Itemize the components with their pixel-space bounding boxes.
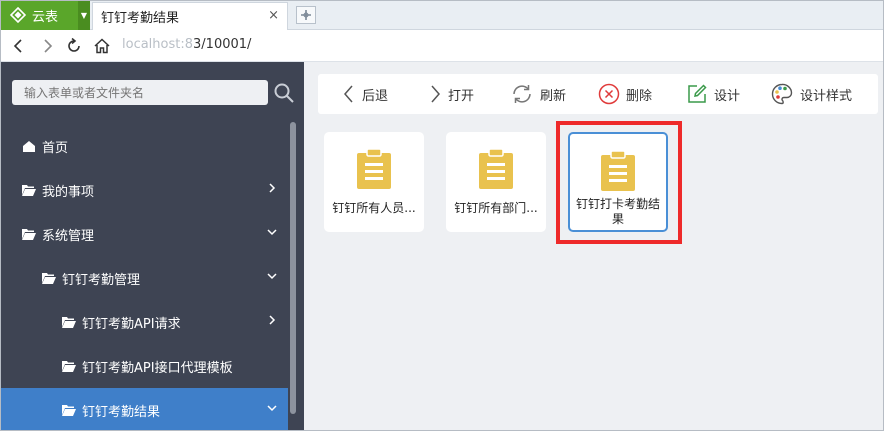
home-icon (23, 141, 35, 152)
sidebar-item-system-admin[interactable]: 系统管理 (0, 212, 288, 256)
home-icon[interactable] (92, 36, 112, 56)
form-card[interactable]: 钉钉所有人员... (324, 132, 424, 232)
design-style-button[interactable]: 设计样式 (770, 74, 852, 114)
toolbar: 后退 打开 刷新 删除 设计 设计样式 (318, 74, 878, 114)
refresh-icon (513, 85, 531, 103)
chevron-down-icon (267, 273, 277, 280)
app-brand[interactable]: 云表 (0, 0, 78, 30)
search-input[interactable] (12, 80, 268, 105)
folder-open-icon (62, 405, 76, 416)
clipboard-form-icon (479, 149, 513, 189)
back-button-label: 后退 (362, 88, 389, 104)
sidebar-item-dingtalk-api-request[interactable]: 钉钉考勤API请求 (0, 300, 288, 344)
clipboard-form-icon (357, 149, 391, 189)
tab-title: 钉钉考勤结果 (101, 11, 180, 26)
back-button[interactable]: 后退 (342, 74, 388, 114)
sidebar-item-dingtalk-attendance-result[interactable]: 钉钉考勤结果 (0, 388, 288, 431)
design-button[interactable]: 设计 (686, 74, 740, 114)
tab-close-icon[interactable]: × (268, 8, 279, 23)
tab-active[interactable]: 钉钉考勤结果 × (92, 2, 288, 30)
design-style-button-label: 设计样式 (800, 88, 853, 104)
sidebar-item-dingtalk-api-proxy-template[interactable]: 钉钉考勤API接口代理模板 (0, 344, 288, 388)
app-logo-icon (10, 7, 26, 23)
folder-open-icon (42, 273, 56, 284)
app-brand-label: 云表 (32, 9, 59, 25)
chevron-right-icon (431, 85, 440, 103)
url-blurred-part: localhost:8 (122, 37, 194, 52)
open-button[interactable]: 打开 (428, 74, 474, 114)
forward-nav-icon[interactable] (38, 36, 58, 56)
edit-pencil-icon (688, 84, 707, 103)
chevron-down-icon (267, 229, 277, 236)
new-tab-icon[interactable] (296, 6, 316, 24)
folder-open-icon (62, 317, 76, 328)
address-bar: localhost:83/10001/ (0, 30, 884, 62)
sidebar-item-label: 钉钉考勤管理 (62, 272, 141, 288)
url-path: 3/10001/ (193, 37, 252, 52)
chevron-right-icon (269, 315, 276, 325)
browser-tab-bar: 云表 ▼ 钉钉考勤结果 × (0, 0, 884, 30)
form-card[interactable]: 钉钉所有部门... (446, 132, 546, 232)
highlight-box (556, 121, 682, 244)
chevron-down-icon (267, 405, 277, 412)
form-card-label: 钉钉所有部门... (454, 201, 538, 215)
sidebar: 首页 我的事项 系统管理 钉钉考勤管理 钉钉考勤API请求 钉钉考勤API接口代… (0, 62, 304, 431)
design-button-label: 设计 (714, 88, 741, 104)
form-card-label: 钉钉所有人员... (332, 201, 416, 215)
folder-open-icon (22, 185, 36, 196)
sidebar-item-label: 钉钉考勤API请求 (82, 316, 181, 332)
sidebar-item-label: 我的事项 (42, 184, 95, 200)
palette-icon (771, 83, 793, 105)
delete-button-label: 删除 (626, 88, 653, 104)
refresh-button[interactable]: 刷新 (510, 74, 566, 114)
sidebar-item-label: 钉钉考勤API接口代理模板 (82, 360, 233, 376)
back-nav-icon[interactable] (8, 36, 28, 56)
sidebar-scrollbar[interactable] (290, 122, 296, 414)
refresh-button-label: 刷新 (540, 88, 567, 104)
sidebar-item-label: 首页 (42, 140, 69, 156)
brand-dropdown-icon[interactable]: ▼ (78, 0, 90, 30)
sidebar-item-dingtalk-attendance-admin[interactable]: 钉钉考勤管理 (0, 256, 288, 300)
folder-open-icon (62, 361, 76, 372)
sidebar-item-label: 钉钉考勤结果 (82, 404, 161, 420)
main-content: 后退 打开 刷新 删除 设计 设计样式 钉钉所有人员... 钉钉所有部门... … (304, 62, 884, 431)
reload-icon[interactable] (64, 36, 84, 56)
delete-button[interactable]: 删除 (598, 74, 652, 114)
sidebar-item-home[interactable]: 首页 (0, 124, 288, 168)
chevron-right-icon (269, 183, 276, 193)
sidebar-item-my-tasks[interactable]: 我的事项 (0, 168, 288, 212)
chevron-left-icon (344, 85, 353, 103)
sidebar-item-label: 系统管理 (42, 228, 95, 244)
delete-circle-x-icon (598, 83, 620, 105)
open-button-label: 打开 (448, 88, 475, 104)
folder-open-icon (22, 229, 36, 240)
search-icon[interactable] (273, 82, 295, 104)
url-field[interactable]: localhost:83/10001/ (122, 37, 251, 52)
